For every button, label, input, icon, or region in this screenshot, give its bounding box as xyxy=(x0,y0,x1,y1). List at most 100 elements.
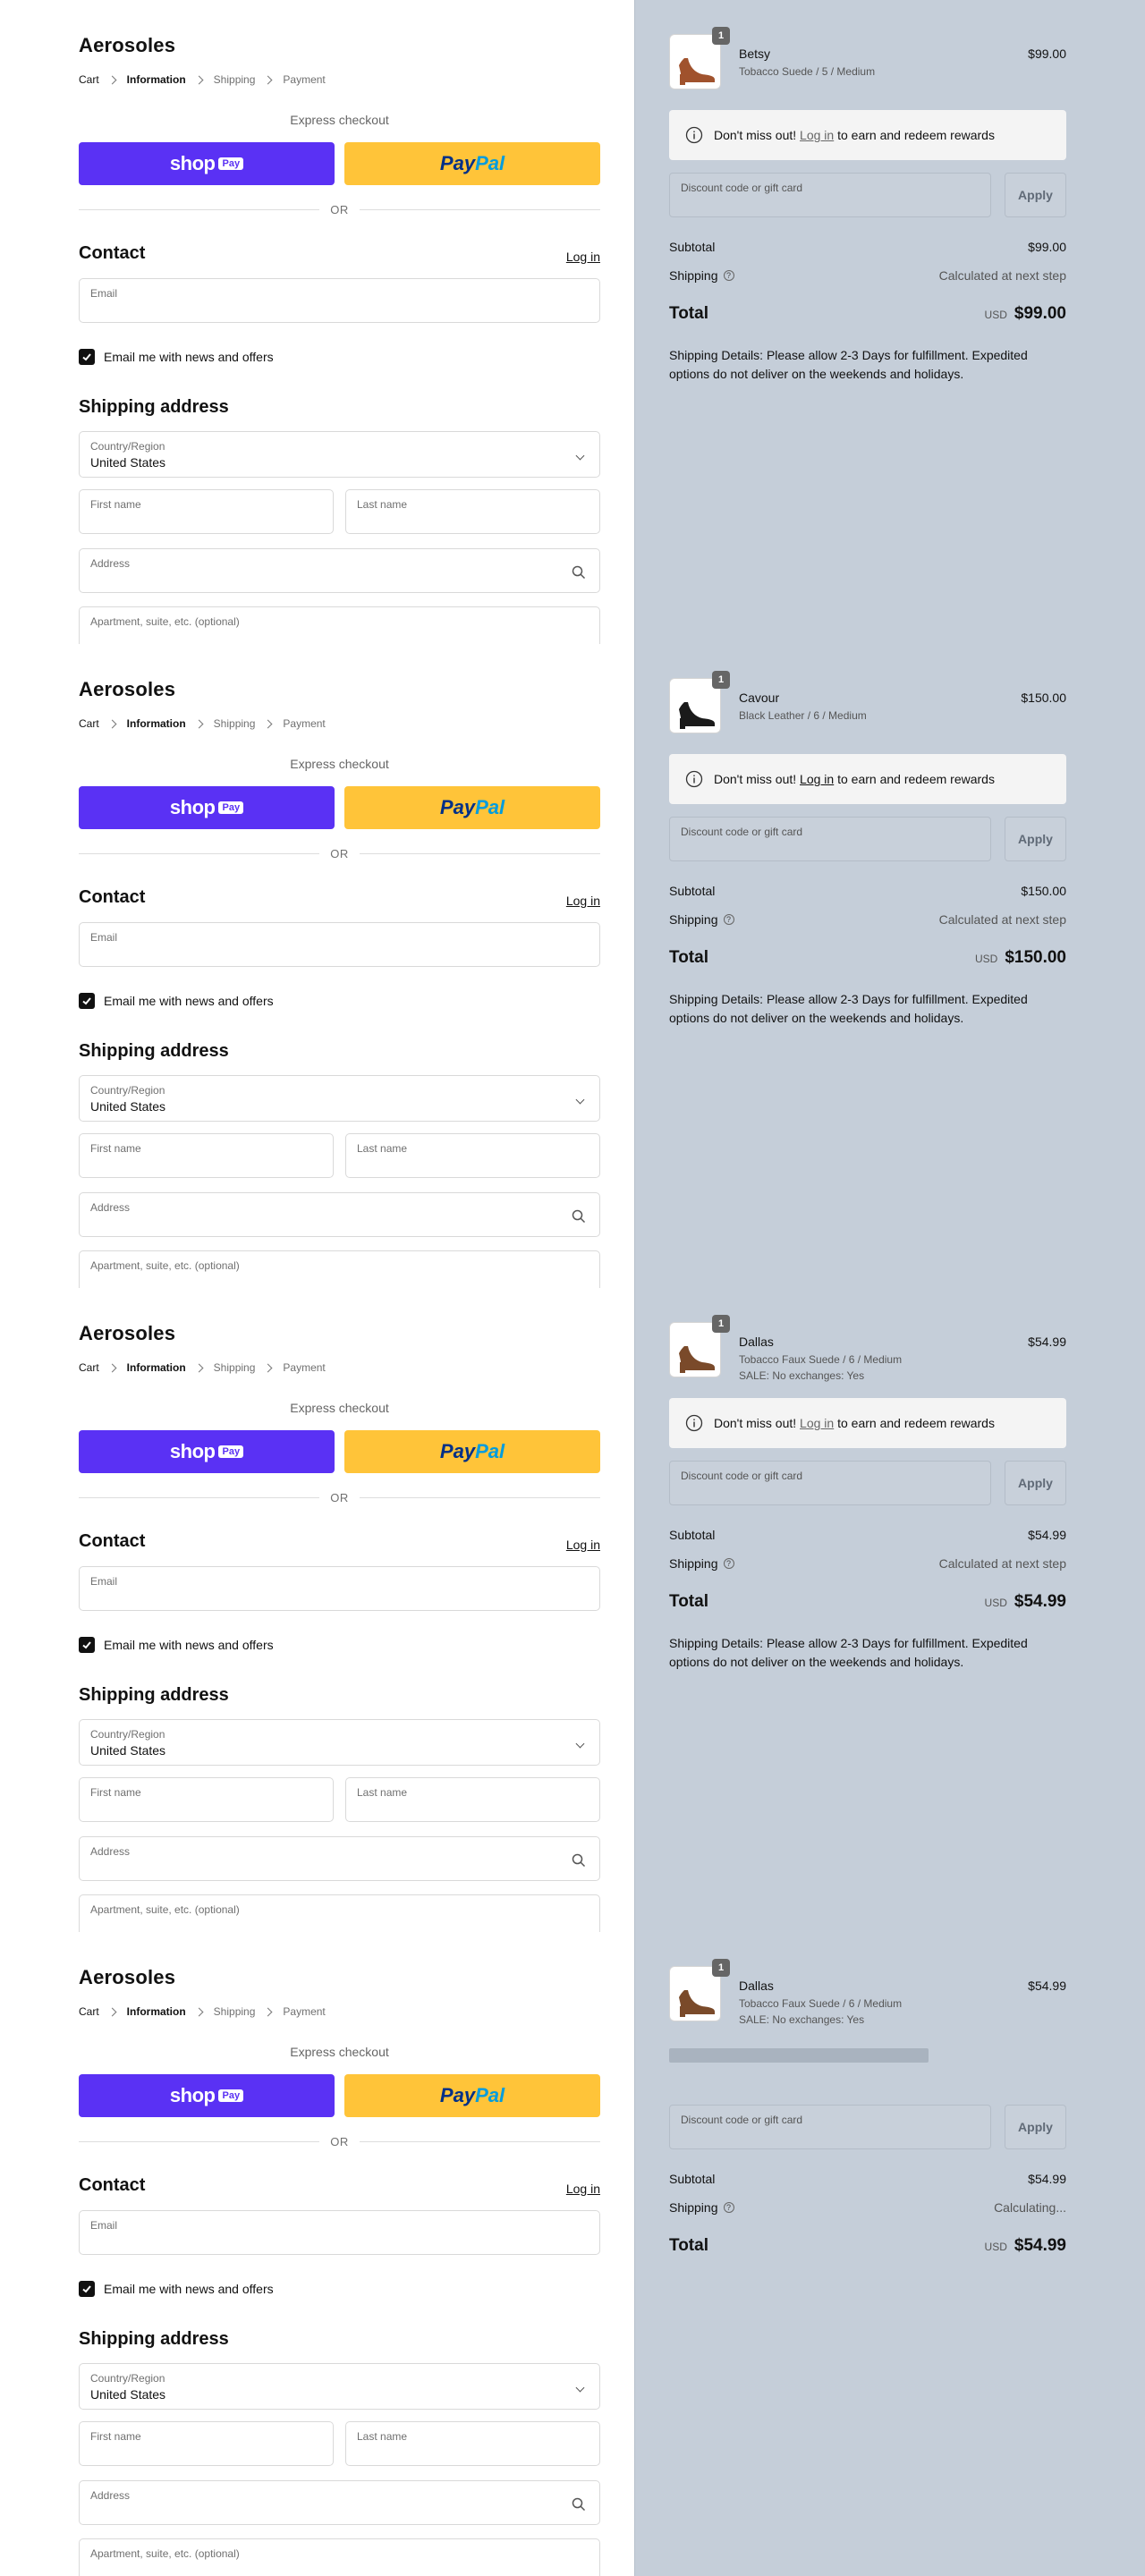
breadcrumb-information: Information xyxy=(126,2005,186,2018)
product-note: SALE: No exchanges: Yes xyxy=(739,1369,865,1382)
apartment-field[interactable]: Apartment, suite, etc. (optional) xyxy=(79,1250,600,1288)
question-mark-icon[interactable]: ? xyxy=(723,270,734,281)
paypal-button[interactable]: Pay Pal xyxy=(344,786,600,829)
product-variant: Tobacco Suede / 5 / Medium xyxy=(739,65,876,78)
discount-code-field[interactable]: Discount code or gift card xyxy=(669,2105,991,2149)
country-select[interactable]: Country/Region United States xyxy=(79,2363,600,2410)
shipping-value: Calculated at next step xyxy=(938,1556,1066,1571)
question-mark-icon[interactable]: ? xyxy=(723,1558,734,1569)
news-checkbox-row[interactable]: Email me with news and offers xyxy=(79,2281,274,2297)
shop-pay-wordmark: shop xyxy=(169,152,216,174)
country-select[interactable]: Country/Region United States xyxy=(79,1075,600,1122)
store-logo[interactable]: Aerosoles xyxy=(79,34,175,57)
country-label: Country/Region xyxy=(90,1728,165,1741)
apply-discount-button[interactable]: Apply xyxy=(1005,173,1066,217)
total-value: $99.00 xyxy=(1014,304,1066,323)
login-link[interactable]: Log in xyxy=(566,1538,600,1552)
country-value: United States xyxy=(90,455,166,470)
rewards-login-link[interactable]: Log in xyxy=(800,128,834,142)
checkmark-icon xyxy=(82,997,91,1005)
first-name-field[interactable]: First name xyxy=(79,1777,334,1822)
shop-pay-button[interactable]: shop Pay xyxy=(79,1430,335,1473)
paypal-button[interactable]: Pay Pal xyxy=(344,2074,600,2117)
chevron-down-icon xyxy=(575,1739,585,1749)
total-row: Total USD $99.00 xyxy=(669,304,1066,324)
apply-discount-button[interactable]: Apply xyxy=(1005,817,1066,861)
order-summary: 1 Dallas Tobacco Faux Suede / 6 / Medium… xyxy=(634,1288,1145,1932)
first-name-field[interactable]: First name xyxy=(79,489,334,534)
news-checkbox-row[interactable]: Email me with news and offers xyxy=(79,993,274,1009)
first-name-field[interactable]: First name xyxy=(79,2421,334,2466)
last-name-field[interactable]: Last name xyxy=(345,489,600,534)
search-icon[interactable] xyxy=(571,1852,587,1868)
country-select[interactable]: Country/Region United States xyxy=(79,1719,600,1766)
apply-discount-button[interactable]: Apply xyxy=(1005,2105,1066,2149)
email-field[interactable]: Email xyxy=(79,1566,600,1611)
country-label: Country/Region xyxy=(90,2372,165,2385)
paypal-wordmark-pay: Pay xyxy=(439,2084,476,2106)
rewards-text-end: to earn and redeem rewards xyxy=(837,772,995,786)
store-logo[interactable]: Aerosoles xyxy=(79,678,175,701)
checkmark-icon xyxy=(82,2285,91,2293)
first-name-field[interactable]: First name xyxy=(79,1133,334,1178)
search-icon[interactable] xyxy=(571,564,587,580)
shipping-address-heading: Shipping address xyxy=(79,2329,229,2349)
or-label: OR xyxy=(319,2135,360,2148)
address-field[interactable]: Address xyxy=(79,2480,600,2525)
shipping-value: Calculated at next step xyxy=(938,912,1066,927)
login-link[interactable]: Log in xyxy=(566,894,600,908)
shop-pay-button[interactable]: shop Pay xyxy=(79,2074,335,2117)
rewards-login-link[interactable]: Log in xyxy=(800,1416,834,1430)
breadcrumb-cart[interactable]: Cart xyxy=(79,1361,99,1374)
apartment-field[interactable]: Apartment, suite, etc. (optional) xyxy=(79,2538,600,2576)
rewards-login-link[interactable]: Log in xyxy=(800,772,834,786)
search-icon[interactable] xyxy=(571,1208,587,1224)
news-checkbox-row[interactable]: Email me with news and offers xyxy=(79,1637,274,1653)
shop-pay-button[interactable]: shop Pay xyxy=(79,786,335,829)
paypal-button[interactable]: Pay Pal xyxy=(344,142,600,185)
breadcrumb-cart[interactable]: Cart xyxy=(79,2005,99,2018)
login-link[interactable]: Log in xyxy=(566,2182,600,2196)
paypal-button[interactable]: Pay Pal xyxy=(344,1430,600,1473)
address-field[interactable]: Address xyxy=(79,1836,600,1881)
address-field[interactable]: Address xyxy=(79,1192,600,1237)
shop-pay-button[interactable]: shop Pay xyxy=(79,142,335,185)
paypal-wordmark-pay: Pay xyxy=(439,152,476,174)
apartment-field[interactable]: Apartment, suite, etc. (optional) xyxy=(79,1894,600,1932)
subtotal-row: Subtotal $99.00 xyxy=(669,240,1066,254)
question-mark-icon[interactable]: ? xyxy=(723,2202,734,2213)
last-name-field[interactable]: Last name xyxy=(345,2421,600,2466)
breadcrumb-cart[interactable]: Cart xyxy=(79,717,99,730)
contact-heading: Contact xyxy=(79,1531,146,1551)
discount-code-field[interactable]: Discount code or gift card xyxy=(669,817,991,861)
apartment-field[interactable]: Apartment, suite, etc. (optional) xyxy=(79,606,600,644)
discount-code-field[interactable]: Discount code or gift card xyxy=(669,1461,991,1505)
checkout-screen: Aerosoles Cart Information Shipping Paym… xyxy=(0,0,1145,644)
news-checkbox[interactable] xyxy=(79,349,95,365)
last-name-field[interactable]: Last name xyxy=(345,1133,600,1178)
address-field[interactable]: Address xyxy=(79,548,600,593)
store-logo[interactable]: Aerosoles xyxy=(79,1966,175,1989)
last-name-field[interactable]: Last name xyxy=(345,1777,600,1822)
news-checkbox[interactable] xyxy=(79,2281,95,2297)
breadcrumb-information: Information xyxy=(126,1361,186,1374)
email-field[interactable]: Email xyxy=(79,2210,600,2255)
product-price: $54.99 xyxy=(1028,1335,1066,1349)
login-link[interactable]: Log in xyxy=(566,250,600,264)
store-logo[interactable]: Aerosoles xyxy=(79,1322,175,1345)
search-icon[interactable] xyxy=(571,2496,587,2512)
email-field[interactable]: Email xyxy=(79,922,600,967)
chevron-right-icon xyxy=(107,2007,117,2016)
news-checkbox[interactable] xyxy=(79,993,95,1009)
country-select[interactable]: Country/Region United States xyxy=(79,431,600,478)
news-checkbox[interactable] xyxy=(79,1637,95,1653)
breadcrumb-cart[interactable]: Cart xyxy=(79,73,99,86)
subtotal-label: Subtotal xyxy=(669,1528,716,1542)
subtotal-label: Subtotal xyxy=(669,2172,716,2186)
question-mark-icon[interactable]: ? xyxy=(723,914,734,925)
discount-code-field[interactable]: Discount code or gift card xyxy=(669,173,991,217)
email-field[interactable]: Email xyxy=(79,278,600,323)
total-row: Total USD $54.99 xyxy=(669,1592,1066,1612)
apply-discount-button[interactable]: Apply xyxy=(1005,1461,1066,1505)
news-checkbox-row[interactable]: Email me with news and offers xyxy=(79,349,274,365)
